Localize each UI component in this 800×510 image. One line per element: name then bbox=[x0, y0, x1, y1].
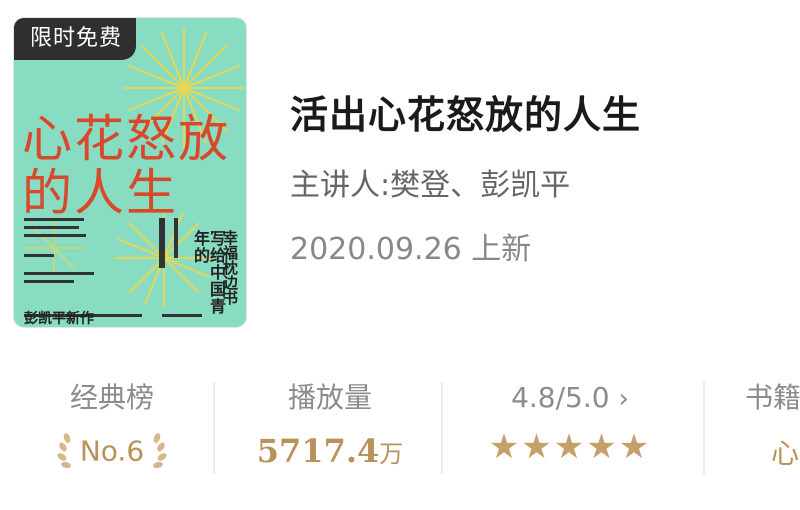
book-title: 活出心花怒放的人生 bbox=[290, 93, 642, 137]
category-value: 心 bbox=[771, 437, 800, 470]
stat-rating[interactable]: 4.8/5.0 › ★★★★★ bbox=[470, 378, 670, 488]
free-badge: 限时免费 bbox=[14, 18, 137, 60]
stat-category[interactable]: 书籍 心 bbox=[745, 378, 800, 488]
laurel-left-icon bbox=[57, 433, 71, 469]
rating-stars: ★★★★★ bbox=[488, 427, 652, 467]
cover-title-line1: 心花怒放 bbox=[22, 110, 230, 168]
rating-stars-row: ★★★★★ bbox=[470, 427, 670, 467]
book-date: 2020.09.26 上新 bbox=[290, 232, 532, 267]
stat-divider bbox=[213, 382, 215, 474]
rank-label: 经典榜 bbox=[69, 381, 154, 414]
chevron-right-icon: › bbox=[618, 384, 629, 414]
rank-value: No.6 bbox=[79, 434, 145, 468]
rating-label: 4.8/5.0 bbox=[511, 381, 610, 414]
plays-unit: 万 bbox=[379, 440, 404, 468]
rating-label-row: 4.8/5.0 › bbox=[470, 378, 670, 419]
category-label: 书籍 bbox=[745, 381, 800, 414]
plays-number: 5717.4 bbox=[256, 432, 380, 470]
plays-label: 播放量 bbox=[287, 381, 372, 414]
rank-value-row: No.6 bbox=[42, 432, 182, 470]
laurel-right-icon bbox=[153, 433, 167, 469]
book-speaker: 主讲人:樊登、彭凯平 bbox=[290, 168, 571, 203]
plays-value-row: 5717.4万 bbox=[240, 432, 420, 470]
stat-divider bbox=[703, 382, 705, 474]
cover-title-line2: 的人生 bbox=[22, 164, 178, 222]
cover-vertical-text-2: 幸福枕边书 bbox=[221, 230, 239, 305]
stat-divider bbox=[441, 382, 443, 474]
stat-plays[interactable]: 播放量 5717.4万 bbox=[240, 378, 420, 488]
stat-rank[interactable]: 经典榜 No.6 bbox=[42, 378, 182, 488]
cover-author: 彭凯平新作 bbox=[24, 311, 94, 327]
book-cover[interactable]: 心花怒放 的人生 写给中国青年的 幸福枕边书 彭凯平新作 bbox=[14, 18, 246, 327]
